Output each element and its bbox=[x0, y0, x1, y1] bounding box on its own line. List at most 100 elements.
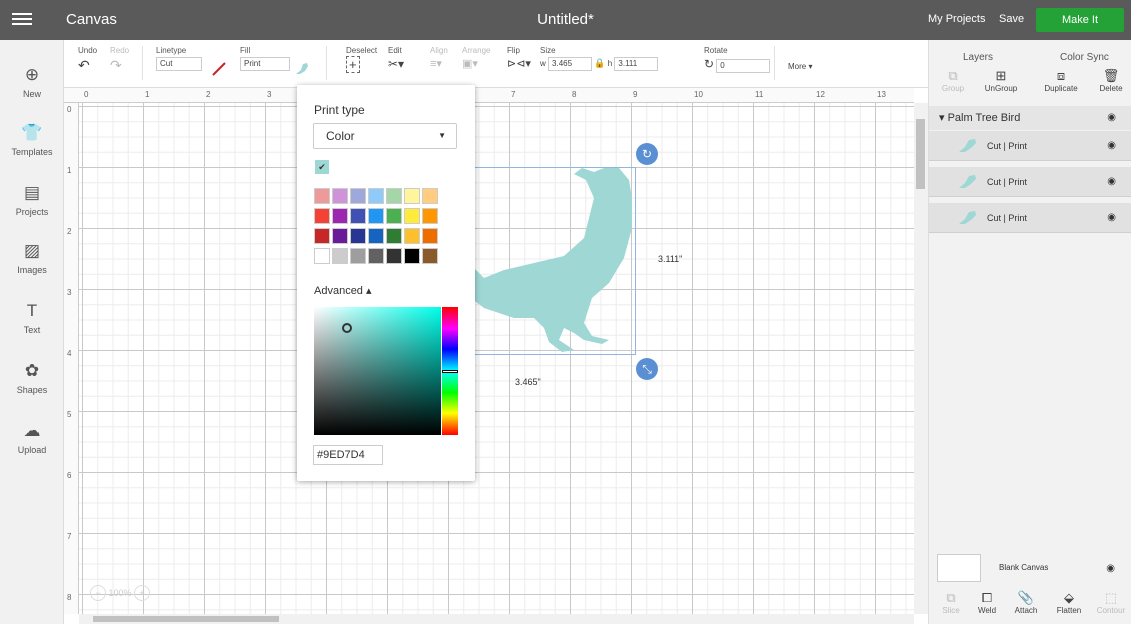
color-swatch[interactable] bbox=[386, 188, 402, 204]
more-button[interactable]: More ▾ bbox=[788, 62, 812, 71]
color-swatch[interactable] bbox=[350, 228, 366, 244]
undo-button[interactable]: Undo ↶ bbox=[78, 46, 97, 74]
weld-button[interactable]: ⧠ Weld bbox=[969, 590, 1005, 615]
scroll-thumb[interactable] bbox=[93, 616, 279, 622]
color-swatch[interactable] bbox=[332, 228, 348, 244]
current-color-checkbox[interactable]: ✔ bbox=[315, 160, 329, 174]
saturation-value-picker[interactable] bbox=[314, 307, 441, 435]
color-swatch[interactable] bbox=[386, 248, 402, 264]
rotate-icon: ↻ bbox=[704, 57, 715, 71]
layer-item[interactable]: Cut | Print ◉ bbox=[929, 203, 1131, 233]
sidebar-item-images[interactable]: ▨ Images bbox=[0, 240, 64, 275]
advanced-toggle[interactable]: Advanced ▴ bbox=[314, 284, 372, 297]
my-projects-link[interactable]: My Projects bbox=[928, 13, 985, 25]
sidebar-item-upload[interactable]: ☁ Upload bbox=[0, 420, 64, 455]
hue-slider-thumb[interactable] bbox=[442, 370, 458, 373]
color-swatch[interactable] bbox=[332, 248, 348, 264]
group-button[interactable]: ⧉ Group bbox=[931, 68, 975, 93]
eye-icon[interactable]: ◉ bbox=[1107, 167, 1116, 197]
print-type-select[interactable]: Color ▼ bbox=[313, 123, 457, 149]
color-swatch[interactable] bbox=[386, 228, 402, 244]
rotate-handle-icon[interactable]: ↻ bbox=[636, 143, 658, 165]
rotate-input[interactable]: 0 bbox=[716, 58, 771, 73]
align-button[interactable]: Align ≡▾ bbox=[430, 46, 448, 70]
color-swatch[interactable] bbox=[350, 208, 366, 224]
deselect-button[interactable]: Deselect + bbox=[346, 46, 377, 73]
eye-icon[interactable]: ◉ bbox=[1107, 131, 1116, 161]
ungroup-button[interactable]: ⊞ UnGroup bbox=[979, 68, 1023, 93]
align-label: Align bbox=[430, 46, 448, 55]
eye-icon[interactable]: ◉ bbox=[1107, 203, 1116, 233]
color-swatch[interactable] bbox=[404, 188, 420, 204]
color-swatch[interactable] bbox=[404, 248, 420, 264]
tab-color-sync[interactable]: Color Sync bbox=[1060, 52, 1109, 63]
color-swatch[interactable] bbox=[422, 228, 438, 244]
layer-item[interactable]: Cut | Print ◉ bbox=[929, 131, 1131, 161]
horizontal-scrollbar[interactable] bbox=[79, 614, 914, 624]
print-type-value: Color bbox=[326, 129, 355, 143]
color-swatch[interactable] bbox=[332, 208, 348, 224]
color-swatch[interactable] bbox=[314, 228, 330, 244]
color-swatch[interactable] bbox=[368, 248, 384, 264]
duplicate-icon: ⧈ bbox=[1056, 68, 1066, 83]
color-swatch[interactable] bbox=[422, 188, 438, 204]
color-swatch[interactable] bbox=[350, 188, 366, 204]
width-input[interactable]: 3.465 bbox=[548, 57, 593, 71]
sidebar-item-projects[interactable]: ▤ Projects bbox=[0, 182, 64, 217]
hamburger-menu-icon[interactable] bbox=[12, 10, 32, 30]
color-swatch[interactable] bbox=[368, 188, 384, 204]
sidebar-item-text[interactable]: T Text bbox=[0, 300, 64, 335]
scroll-thumb[interactable] bbox=[916, 119, 925, 189]
save-link[interactable]: Save bbox=[999, 13, 1024, 25]
resize-handle-icon[interactable]: ⤡ bbox=[636, 358, 658, 380]
slice-button[interactable]: ⧉ Slice bbox=[933, 590, 969, 615]
color-swatch[interactable] bbox=[422, 248, 438, 264]
zoom-control: − 100% + bbox=[90, 585, 165, 603]
edit-button[interactable]: Edit ✂▾ bbox=[388, 46, 404, 71]
hex-input[interactable]: #9ED7D4 bbox=[313, 445, 383, 465]
color-swatch[interactable] bbox=[350, 248, 366, 264]
linetype-color-icon[interactable] bbox=[212, 62, 226, 76]
fill-color-bird-icon[interactable] bbox=[294, 62, 310, 76]
layer-group-name: Palm Tree Bird bbox=[947, 112, 1021, 124]
layer-item[interactable]: Cut | Print ◉ bbox=[929, 167, 1131, 197]
flatten-button[interactable]: ⬙ Flatten bbox=[1049, 590, 1089, 615]
vertical-scrollbar[interactable] bbox=[914, 103, 928, 614]
make-it-button[interactable]: Make It bbox=[1036, 8, 1124, 32]
layer-group-header[interactable]: ▾ Palm Tree Bird ◉ bbox=[929, 106, 1131, 130]
eye-icon[interactable]: ◉ bbox=[1107, 106, 1116, 130]
sidebar-item-shapes[interactable]: ✿ Shapes bbox=[0, 360, 64, 395]
color-swatch[interactable] bbox=[386, 208, 402, 224]
attach-button[interactable]: 📎 Attach bbox=[1007, 590, 1045, 615]
sidebar-item-new[interactable]: ⊕ New bbox=[0, 64, 64, 99]
color-swatch[interactable] bbox=[314, 188, 330, 204]
zoom-in-button[interactable]: + bbox=[134, 585, 151, 601]
linetype-select[interactable]: Cut bbox=[156, 57, 202, 71]
tab-layers[interactable]: Layers bbox=[963, 52, 993, 63]
lock-icon[interactable]: 🔒 bbox=[594, 58, 605, 68]
zoom-out-button[interactable]: − bbox=[90, 585, 106, 601]
color-swatch[interactable] bbox=[314, 208, 330, 224]
arrange-button[interactable]: Arrange ▣▾ bbox=[462, 46, 490, 70]
hue-slider[interactable] bbox=[442, 307, 458, 435]
color-swatch[interactable] bbox=[332, 188, 348, 204]
color-swatch[interactable] bbox=[422, 208, 438, 224]
eye-icon[interactable]: ◉ bbox=[1106, 563, 1115, 574]
blank-canvas-swatch[interactable] bbox=[937, 554, 981, 582]
color-swatch[interactable] bbox=[368, 228, 384, 244]
height-input[interactable]: 3.111 bbox=[614, 57, 659, 71]
delete-button[interactable]: 🗑 Delete bbox=[1089, 68, 1131, 93]
color-swatch[interactable] bbox=[368, 208, 384, 224]
fill-select[interactable]: Print bbox=[240, 57, 290, 71]
chevron-down-icon[interactable]: ▾ bbox=[939, 112, 945, 124]
color-swatch[interactable] bbox=[404, 228, 420, 244]
sidebar-item-templates[interactable]: 👕 Templates bbox=[0, 122, 64, 157]
redo-button[interactable]: Redo ↷ bbox=[110, 46, 129, 74]
duplicate-button[interactable]: ⧈ Duplicate bbox=[1039, 68, 1083, 93]
contour-button[interactable]: ⬚ Contour bbox=[1091, 590, 1131, 615]
color-swatch[interactable] bbox=[314, 248, 330, 264]
color-picker-cursor[interactable] bbox=[342, 323, 352, 333]
color-swatch[interactable] bbox=[404, 208, 420, 224]
flip-icon: ⊳⊲▾ bbox=[507, 58, 531, 70]
flip-button[interactable]: Flip ⊳⊲▾ bbox=[507, 46, 531, 70]
